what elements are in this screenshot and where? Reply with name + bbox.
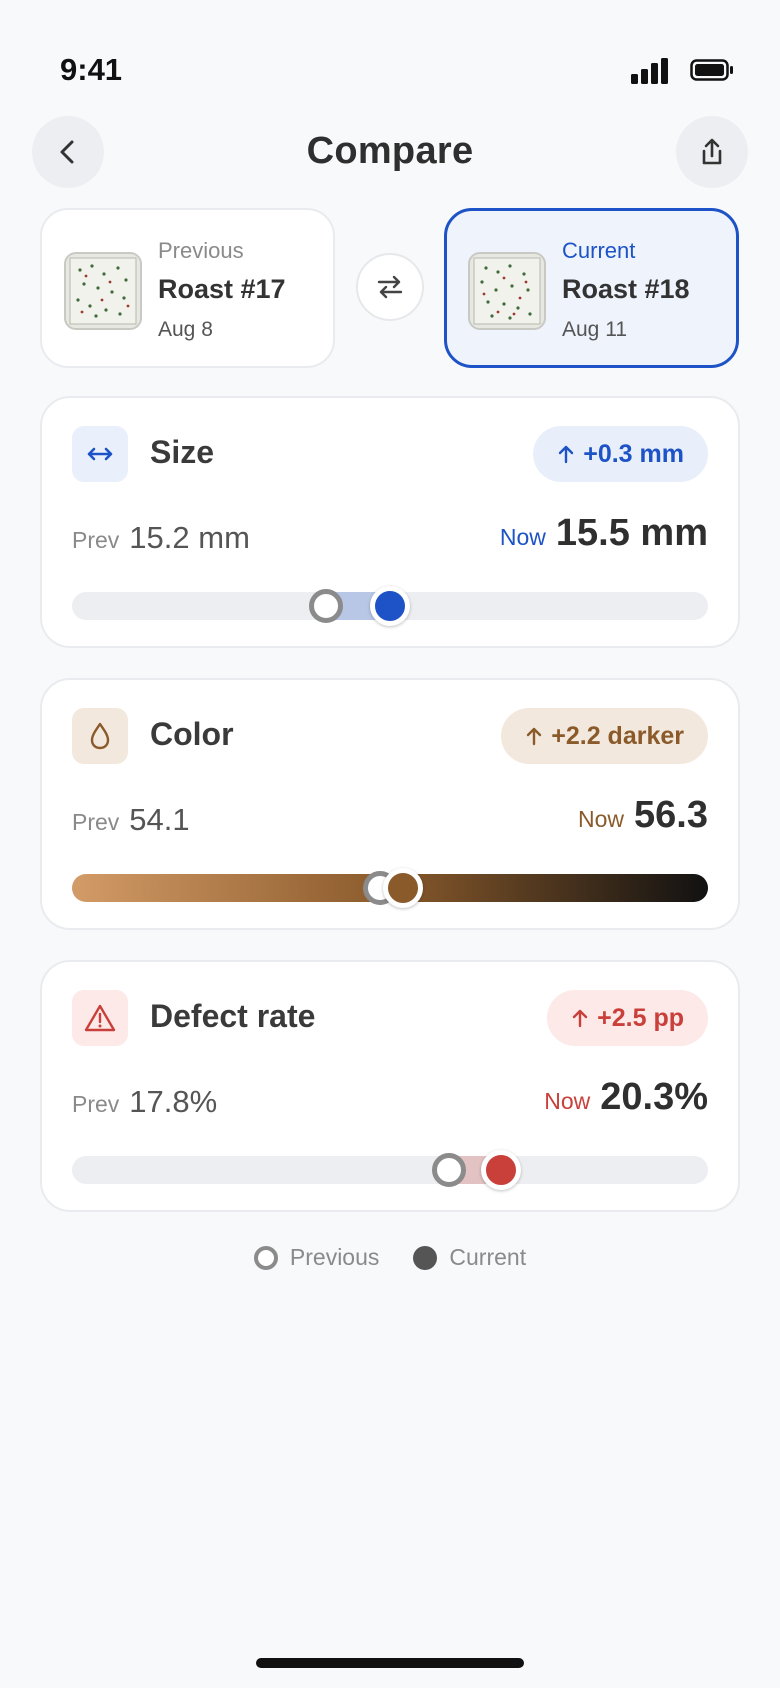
current-marker <box>481 1150 522 1190</box>
hollow-circle-icon <box>253 1245 278 1270</box>
warning-icon <box>84 1004 116 1032</box>
delta-badge: +2.2 darker <box>501 708 708 764</box>
delta-value: +0.3 mm <box>583 439 684 468</box>
swap-button[interactable] <box>356 253 424 321</box>
comparison-track <box>72 1150 708 1190</box>
horizontal-arrows-icon <box>87 447 113 461</box>
drop-icon <box>90 722 110 750</box>
prev-label: Prev <box>72 809 120 835</box>
comparison-track <box>72 586 708 626</box>
prev-label: Prev <box>72 1091 120 1117</box>
previous-value-row: Prev 15.2 mm <box>72 520 250 556</box>
defect-rate-metric-card: Defect rate +2.5 pp Prev 17.8% Now 20.3% <box>40 960 740 1212</box>
prev-value: 54.1 <box>129 802 190 837</box>
legend-label: Previous <box>289 1244 380 1270</box>
now-label: Now <box>499 524 546 550</box>
metric-icon-badge <box>72 990 128 1046</box>
now-value: 20.3% <box>600 1076 708 1118</box>
roast-name: Roast #17 <box>158 274 286 304</box>
metric-name: Size <box>150 434 215 470</box>
comparison-track <box>72 868 708 908</box>
prev-value: 15.2 mm <box>129 520 250 555</box>
roast-date: Aug 8 <box>158 318 213 341</box>
metric-icon-badge <box>72 426 128 482</box>
roast-date: Aug 11 <box>562 318 627 341</box>
previous-roast-card[interactable]: Previous Roast #17 Aug 8 <box>40 208 335 368</box>
status-time: 9:41 <box>60 52 123 87</box>
delta-badge: +0.3 mm <box>533 426 708 482</box>
now-value: 15.5 mm <box>555 512 708 554</box>
previous-marker <box>431 1153 466 1187</box>
arrow-up-icon <box>572 1009 588 1028</box>
roast-kicker: Current <box>562 238 636 263</box>
delta-value: +2.5 pp <box>597 1003 684 1032</box>
prev-value: 17.8% <box>129 1084 218 1119</box>
status-bar: 9:41 <box>0 0 780 100</box>
size-metric-card: Size +0.3 mm Prev 15.2 mm Now 15.5 mm <box>40 396 740 648</box>
roast-thumbnail <box>468 252 546 330</box>
home-indicator <box>256 1658 524 1668</box>
filled-circle-icon <box>413 1245 438 1270</box>
metric-name: Defect rate <box>150 998 316 1034</box>
roast-name: Roast #18 <box>562 274 690 304</box>
current-marker <box>370 586 410 626</box>
share-button[interactable] <box>676 116 748 188</box>
share-icon <box>702 138 722 165</box>
current-value-row: Now 56.3 <box>578 794 708 837</box>
legend: Previous Current <box>0 1244 780 1271</box>
battery-icon <box>690 59 733 81</box>
roast-kicker: Previous <box>158 238 244 263</box>
arrow-up-icon <box>527 727 542 746</box>
previous-value-row: Prev 54.1 <box>72 802 190 838</box>
previous-value-row: Prev 17.8% <box>72 1084 217 1120</box>
current-value-row: Now 20.3% <box>544 1076 708 1119</box>
legend-label: Current <box>449 1244 527 1270</box>
page-title: Compare <box>306 130 474 172</box>
color-metric-card: Color +2.2 darker Prev 54.1 Now 56.3 <box>40 678 740 930</box>
metric-icon-badge <box>72 708 128 764</box>
current-value-row: Now 15.5 mm <box>500 512 708 555</box>
now-label: Now <box>578 806 625 832</box>
swap-arrows-icon <box>377 275 403 299</box>
delta-badge: +2.5 pp <box>547 990 708 1046</box>
prev-label: Prev <box>72 527 120 553</box>
now-label: Now <box>544 1088 591 1114</box>
bean-tray-thumbnail <box>470 254 544 328</box>
now-value: 56.3 <box>634 794 708 836</box>
signal-icon <box>631 58 668 84</box>
legend-item-current: Current <box>413 1244 526 1271</box>
bean-tray-thumbnail <box>66 254 140 328</box>
arrow-up-icon <box>559 445 574 464</box>
current-roast-card[interactable]: Current Roast #18 Aug 11 <box>444 208 739 368</box>
legend-item-previous: Previous <box>253 1244 380 1271</box>
roast-thumbnail <box>64 252 142 330</box>
metric-name: Color <box>150 716 234 752</box>
delta-value: +2.2 darker <box>551 721 684 750</box>
current-marker <box>382 868 423 908</box>
